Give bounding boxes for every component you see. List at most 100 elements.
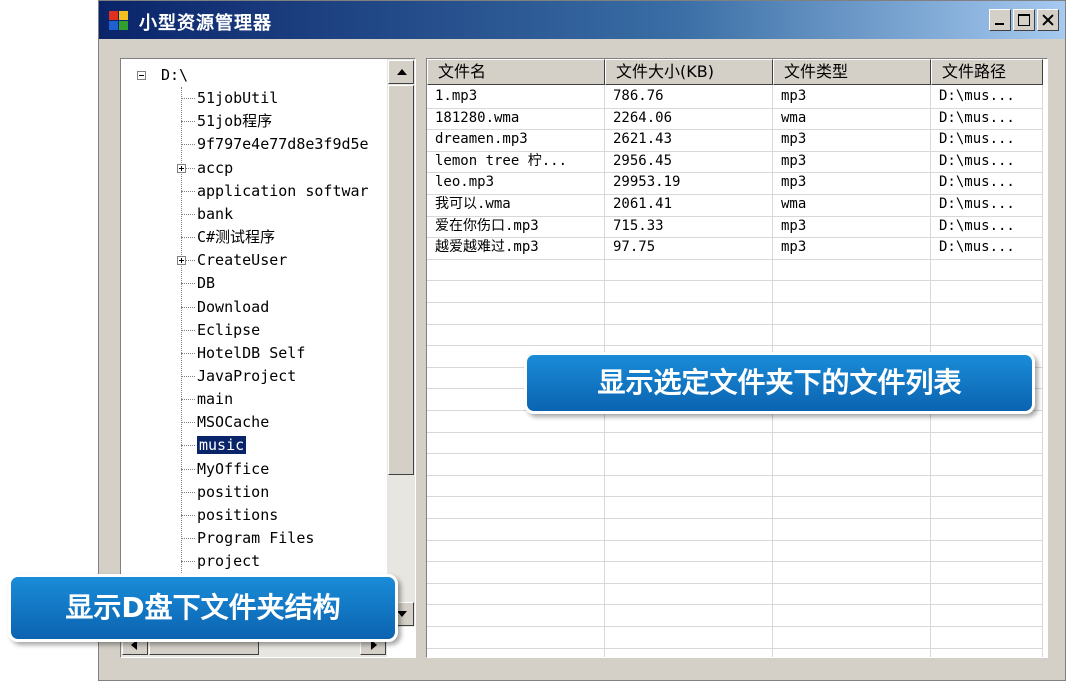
table-cell: D:\mus... [939, 196, 1015, 212]
tree-item-label: MSOCache [197, 413, 270, 432]
table-cell: 2621.43 [613, 131, 673, 148]
tree-connector [181, 213, 195, 216]
table-cell: wma [781, 196, 807, 212]
tree-connector [181, 237, 195, 239]
grid-line [427, 431, 1043, 433]
column-header[interactable]: 文件大小(KB) [605, 59, 773, 85]
tree-item-label: Download [197, 297, 270, 316]
app-icon [109, 11, 129, 30]
tree-item[interactable]: C#测试程序 [197, 226, 275, 248]
tree-item[interactable]: project [197, 550, 260, 572]
close-button[interactable] [1037, 9, 1059, 31]
tree-item[interactable]: Download [197, 296, 269, 318]
table-cell: D:\mus... [939, 109, 1015, 126]
arrow-up-icon [397, 69, 407, 75]
tree-item[interactable]: DB [197, 272, 215, 294]
tree-item[interactable]: bank [197, 203, 233, 225]
tree-item-label: position [197, 482, 270, 501]
expand-icon[interactable] [177, 163, 186, 173]
table-cell: 97.75 [613, 239, 656, 256]
table-cell: D:\mus... [939, 152, 1015, 169]
tree-item-label: CreateUser [197, 251, 288, 270]
folder-tree-callout: 显示D盘下文件夹结构 [8, 574, 398, 642]
tree-item-label: JavaProject [197, 366, 297, 385]
file-list-callout: 显示选定文件夹下的文件列表 [524, 352, 1035, 414]
file-list-header: 文件名 文件大小(KB) 文件类型 文件路径 [427, 59, 1043, 85]
tree-item-label: 51job程序 [197, 112, 273, 131]
tree-item[interactable]: 9f797e4e77d8e3f9d5e [197, 133, 369, 155]
tree-item[interactable]: MSOCache [197, 411, 269, 433]
tree-connector [181, 352, 195, 355]
tree-connector [181, 306, 195, 309]
tree-item[interactable]: main [197, 388, 233, 410]
scroll-thumb[interactable] [388, 85, 414, 475]
tree-item[interactable]: position [197, 481, 269, 503]
minimize-button[interactable] [989, 9, 1011, 31]
tree-item[interactable]: positions [197, 504, 278, 526]
tree-item[interactable]: 51jobUtil [197, 87, 278, 109]
column-header[interactable]: 文件名 [427, 59, 605, 85]
tree-item-label: HotelDB Self [197, 343, 306, 362]
table-cell: wma [781, 109, 807, 126]
grid-line [427, 453, 1043, 455]
table-cell: 29953.19 [613, 174, 681, 191]
column-header[interactable]: 文件路径 [931, 59, 1043, 85]
grid-line [427, 323, 1043, 325]
tree-item[interactable]: HotelDB Self [197, 342, 305, 364]
tree-connector [181, 98, 195, 100]
tree-root-label: D:\ [161, 66, 189, 84]
tree-item-label: 9f797e4e77d8e3f9d5e [197, 135, 369, 154]
table-cell: dreamen.mp3 [435, 131, 528, 148]
table-cell: mp3 [781, 131, 807, 148]
tree-item[interactable]: MyOffice [197, 458, 269, 480]
tree-connector [181, 375, 195, 378]
tree-connector [181, 329, 195, 332]
tree-item[interactable]: application softwar [197, 180, 369, 202]
tree-connector [181, 491, 195, 494]
tree-item-label: main [197, 390, 234, 409]
tree-item[interactable]: Eclipse [197, 319, 260, 341]
expand-icon[interactable] [177, 256, 186, 266]
tree-item[interactable]: JavaProject [197, 365, 296, 387]
folder-tree[interactable]: D:\ 51jobUtil 51job程序 9f797e4e77d8e3f9d5e ac… [120, 58, 416, 658]
tree-vertical-scrollbar[interactable] [387, 59, 415, 627]
tree-connector [181, 445, 195, 447]
folder-tree-content: D:\ 51jobUtil 51job程序 9f797e4e77d8e3f9d5e ac… [125, 59, 387, 657]
tree-item[interactable]: music [197, 434, 247, 456]
title-bar[interactable]: 小型资源管理器 [99, 1, 1065, 39]
collapse-icon[interactable] [137, 71, 146, 80]
grid-line [427, 280, 1043, 282]
table-cell: lemon tree 柠... [435, 152, 568, 169]
scroll-up-button[interactable] [388, 60, 414, 84]
table-cell: D:\mus... [939, 239, 1015, 256]
tree-item-label: Eclipse [197, 320, 261, 339]
grid-line [427, 496, 1043, 498]
tree-item-label: positions [197, 505, 279, 524]
table-cell: 爱在你伤口.mp3 [435, 217, 539, 234]
tree-item[interactable]: 51job程序 [197, 110, 272, 132]
tree-root[interactable]: D:\ [161, 64, 188, 86]
folder-tree-callout-text: 显示D盘下文件夹结构 [65, 591, 341, 624]
tree-item[interactable]: Program Files [197, 527, 314, 549]
tree-item[interactable]: accp [197, 157, 233, 179]
tree-connector [181, 468, 195, 471]
table-cell: mp3 [781, 174, 807, 191]
table-cell: mp3 [781, 152, 807, 169]
grid-line [427, 474, 1043, 476]
tree-connector [181, 561, 195, 563]
grid-line [427, 604, 1043, 606]
tree-item-label: C#测试程序 [197, 228, 276, 247]
maximize-button[interactable] [1013, 9, 1035, 31]
table-cell: 1.mp3 [435, 88, 478, 104]
column-header[interactable]: 文件类型 [773, 59, 931, 85]
table-cell: 2061.41 [613, 196, 673, 212]
tree-item-label: music [197, 436, 247, 455]
tree-item-label: application softwar [197, 181, 369, 200]
table-cell: 181280.wma [435, 109, 520, 126]
table-cell: leo.mp3 [435, 174, 495, 191]
tree-item-label: project [197, 552, 261, 571]
window-title: 小型资源管理器 [139, 13, 272, 34]
tree-item[interactable]: CreateUser [197, 249, 287, 271]
table-cell: mp3 [781, 239, 807, 256]
tree-connector [181, 144, 195, 146]
